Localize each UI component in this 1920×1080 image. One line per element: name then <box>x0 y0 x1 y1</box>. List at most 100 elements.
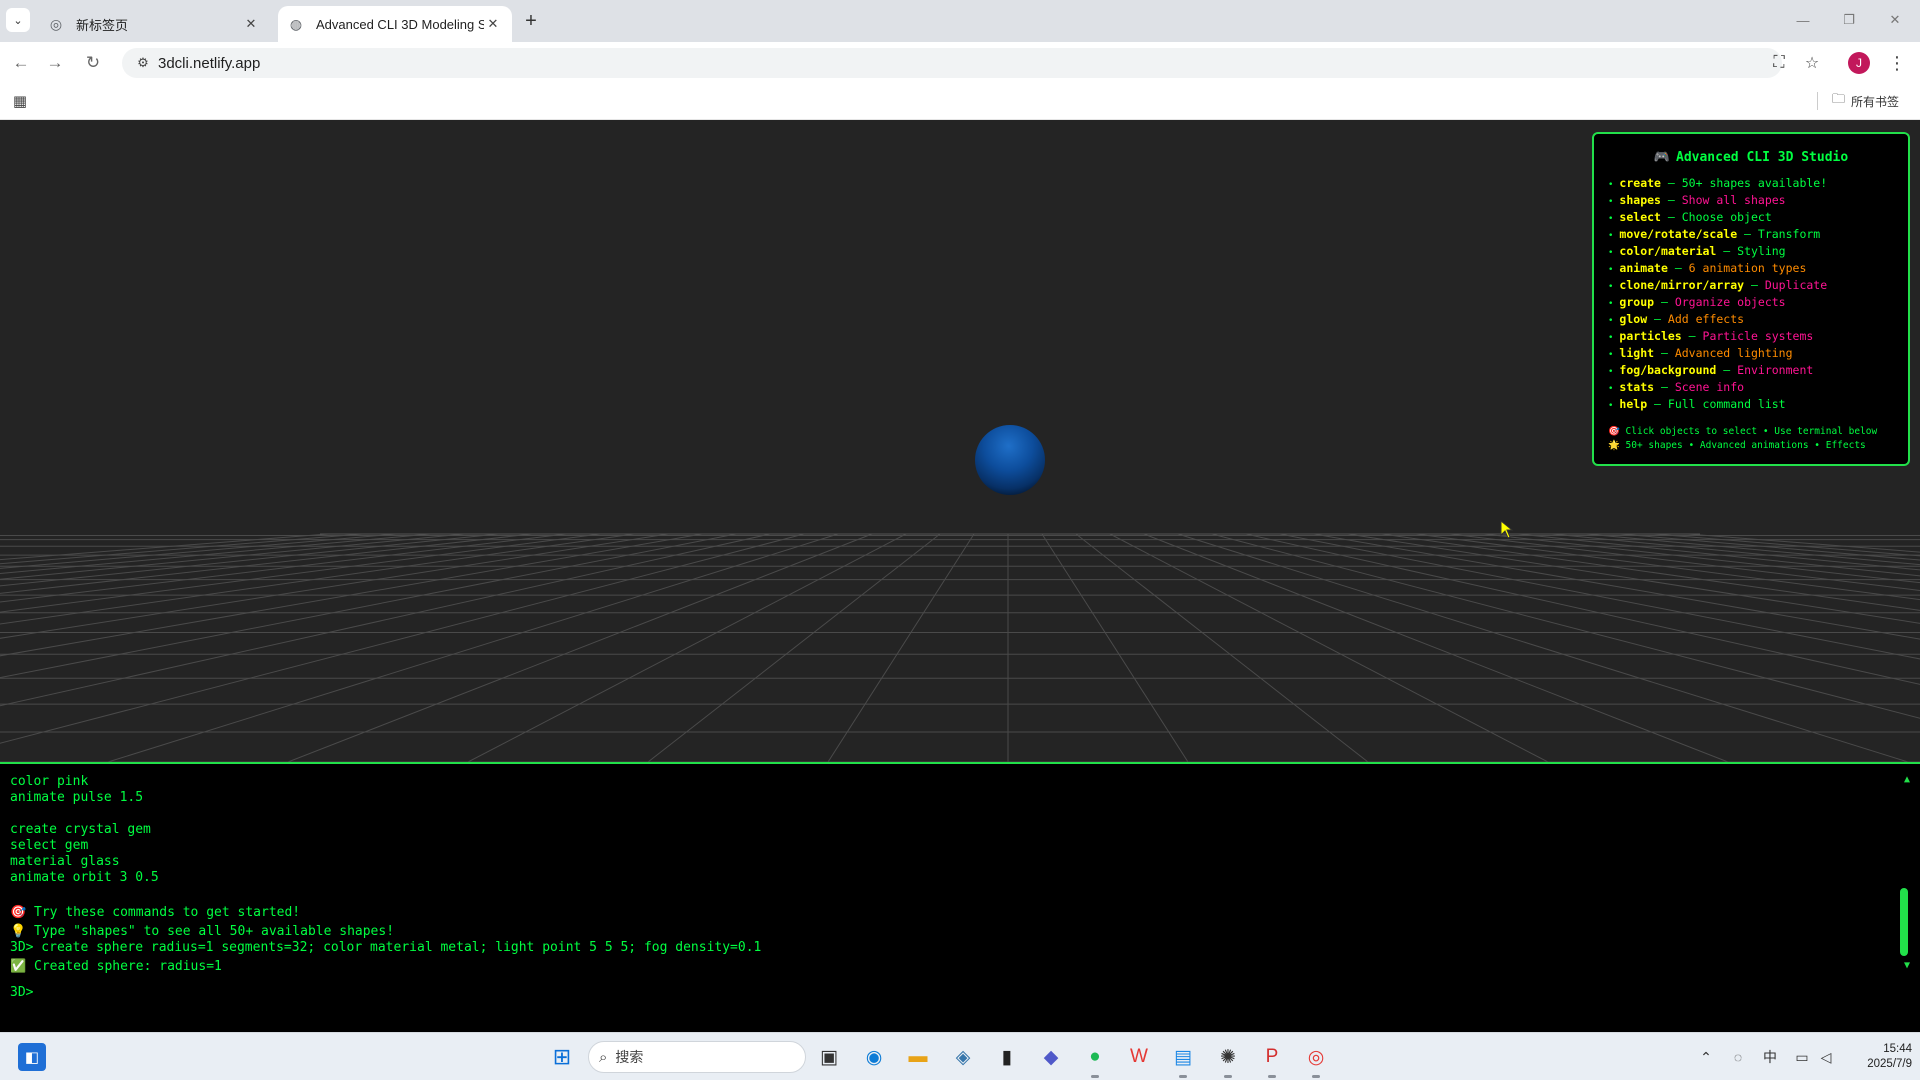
windows-taskbar: ◧ ⊞ ⌕ 搜索 ▣ ◉ ▬ ◈ ▮ ◆ ● W ▤ ✺ P ◎ ⌃ ◌ 中 ▭… <box>0 1032 1920 1080</box>
running-indicator <box>1224 1075 1232 1078</box>
browser-tab-bar: ⌄ ◎ 新标签页 ✕ ◍ Advanced CLI 3D Modeling S … <box>0 0 1920 42</box>
divider <box>1817 92 1818 110</box>
tab-new-tab[interactable]: ◎ 新标签页 ✕ <box>38 6 270 42</box>
clock-date: 2025/7/9 <box>1867 1058 1912 1070</box>
restore-icon[interactable]: ❐ <box>1826 0 1872 40</box>
profile-avatar[interactable]: J <box>1848 52 1870 74</box>
ime-indicator[interactable]: 中 <box>1760 1045 1780 1069</box>
terminal-line: 🎯 Try these commands to get started! <box>10 905 301 920</box>
bookmarks-bar: ▦ 🗀 所有书签 <box>0 82 1920 120</box>
powerpoint-icon[interactable]: P <box>1256 1041 1288 1073</box>
chrome-icon: ◎ <box>49 15 63 32</box>
clock-time: 15:44 <box>1883 1043 1912 1055</box>
close-icon[interactable]: ✕ <box>242 15 260 33</box>
system-clock[interactable]: 15:44 2025/7/9 <box>1846 1042 1912 1072</box>
command-list: • create – 50+ shapes available! • shapes –… <box>1608 175 1894 413</box>
task-view-icon[interactable]: ▣ <box>813 1041 845 1073</box>
url-text[interactable]: 3dcli.netlify.app <box>158 55 260 72</box>
tab-search-chevron-icon[interactable]: ⌄ <box>6 8 30 32</box>
help-footer-line: 🌟 50+ shapes • Advanced animations • Eff… <box>1608 440 1866 451</box>
terminal[interactable]: color pink animate pulse 1.5 create crys… <box>0 762 1920 1032</box>
chatgpt-icon[interactable]: ✺ <box>1212 1041 1244 1073</box>
back-arrow-icon[interactable]: ← <box>8 50 34 76</box>
taskbar-search[interactable]: ⌕ 搜索 <box>588 1041 806 1073</box>
running-indicator <box>1179 1075 1187 1078</box>
new-tab-plus-icon[interactable]: + <box>518 8 544 34</box>
notes-app-icon[interactable]: ▤ <box>1167 1041 1199 1073</box>
globe-icon: ◍ <box>289 15 303 32</box>
command-item-animate: • animate – 6 animation types <box>1608 261 1807 275</box>
apps-grid-icon[interactable]: ▦ <box>10 91 30 111</box>
running-indicator <box>1268 1075 1276 1078</box>
tab-title: Advanced CLI 3D Modeling S <box>316 16 484 32</box>
terminal-line: animate pulse 1.5 <box>10 790 144 805</box>
close-icon[interactable]: ✕ <box>484 15 502 33</box>
all-bookmarks-label: 所有书签 <box>1851 94 1900 109</box>
command-item-shapes: • shapes – Show all shapes <box>1608 193 1786 207</box>
all-bookmarks-button[interactable]: 🗀 所有书签 <box>1832 90 1899 112</box>
command-item-help: • help – Full command list <box>1608 397 1786 411</box>
volume-icon[interactable]: ◁ <box>1816 1045 1836 1069</box>
tab-3d-modeling[interactable]: ◍ Advanced CLI 3D Modeling S ✕ <box>278 6 512 42</box>
terminal-line: ✅ Created sphere: radius=1 <box>10 959 222 974</box>
tab-title: 新标签页 <box>76 17 129 33</box>
command-item-light: • light – Advanced lighting <box>1608 346 1793 360</box>
chrome-taskbar-icon[interactable]: ◎ <box>1300 1041 1332 1073</box>
edge-browser-icon[interactable]: ◉ <box>858 1041 890 1073</box>
command-item-clone: • clone/mirror/array – Duplicate <box>1608 278 1828 292</box>
spotify-icon[interactable]: ● <box>1079 1041 1111 1073</box>
site-settings-icon[interactable]: ⚙ <box>128 55 158 71</box>
mouse-cursor-icon <box>1500 520 1514 539</box>
command-item-glow: • glow – Add effects <box>1608 312 1745 326</box>
teams-icon[interactable]: ◆ <box>1035 1041 1067 1073</box>
terminal-line: create crystal gem <box>10 822 151 837</box>
start-windows-icon[interactable]: ⊞ <box>548 1043 576 1071</box>
gamepad-icon: 🎮 <box>1653 150 1670 165</box>
3d-viewport[interactable]: 🎮 Advanced CLI 3D Studio • create – 50+ sh… <box>0 120 1920 762</box>
widgets-icon[interactable]: ◧ <box>18 1043 46 1071</box>
bookmark-star-icon[interactable]: ☆ <box>1799 50 1825 76</box>
terminal-line: select gem <box>10 838 89 853</box>
help-panel: 🎮 Advanced CLI 3D Studio • create – 50+ sh… <box>1592 132 1910 466</box>
terminal-line: animate orbit 3 0.5 <box>10 870 159 885</box>
running-indicator <box>1312 1075 1320 1078</box>
browser-toolbar: ← → ↻ ⚙ 3dcli.netlify.app ⛶ ☆ J ⋮ <box>0 42 1920 82</box>
command-item-select: • select – Choose object <box>1608 210 1772 224</box>
window-close-icon[interactable]: ✕ <box>1872 0 1918 40</box>
command-item-move: • move/rotate/scale – Transform <box>1608 227 1821 241</box>
terminal-line: color pink <box>10 774 89 789</box>
terminal-line: 3D> create sphere radius=1 segments=32; … <box>10 940 762 955</box>
python-icon[interactable]: ◈ <box>947 1041 979 1073</box>
terminal-app-icon[interactable]: ▮ <box>991 1041 1023 1073</box>
translate-icon[interactable]: ⛶ <box>1766 50 1792 76</box>
search-placeholder: 搜索 <box>615 1049 644 1065</box>
command-item-stats: • stats – Scene info <box>1608 380 1745 394</box>
minimize-icon[interactable]: — <box>1780 0 1826 40</box>
command-item-create: • create – 50+ shapes available! <box>1608 176 1828 190</box>
command-item-group: • group – Organize objects <box>1608 295 1786 309</box>
scroll-down-icon[interactable]: ▼ <box>1904 960 1910 971</box>
help-footer-line: 🎯 Click objects to select • Use terminal… <box>1608 426 1878 437</box>
chevron-up-icon[interactable]: ⌃ <box>1696 1045 1716 1069</box>
command-item-fog: • fog/background – Environment <box>1608 363 1814 377</box>
file-explorer-icon[interactable]: ▬ <box>902 1041 934 1073</box>
help-panel-title: 🎮 Advanced CLI 3D Studio <box>1653 150 1849 165</box>
wps-office-icon[interactable]: W <box>1123 1041 1155 1073</box>
sphere-object[interactable] <box>975 425 1045 495</box>
search-icon: ⌕ <box>599 1048 608 1066</box>
forward-arrow-icon[interactable]: → <box>42 50 68 76</box>
terminal-line: material glass <box>10 854 120 869</box>
network-globe-icon[interactable]: ◌ <box>1728 1045 1748 1069</box>
terminal-prompt[interactable]: 3D> <box>10 985 1910 1001</box>
command-item-particles: • particles – Particle systems <box>1608 329 1814 343</box>
scrollbar-thumb[interactable] <box>1900 888 1908 956</box>
address-bar[interactable]: ⚙ 3dcli.netlify.app <box>122 48 1782 78</box>
more-menu-icon[interactable]: ⋮ <box>1886 50 1908 76</box>
folder-icon: 🗀 <box>1832 91 1846 106</box>
terminal-line: 💡 Type "shapes" to see all 50+ available… <box>10 924 395 939</box>
display-icon[interactable]: ▭ <box>1792 1045 1812 1069</box>
reload-icon[interactable]: ↻ <box>80 50 106 76</box>
scroll-up-icon[interactable]: ▲ <box>1904 774 1910 785</box>
command-item-color: • color/material – Styling <box>1608 244 1786 258</box>
running-indicator <box>1091 1075 1099 1078</box>
